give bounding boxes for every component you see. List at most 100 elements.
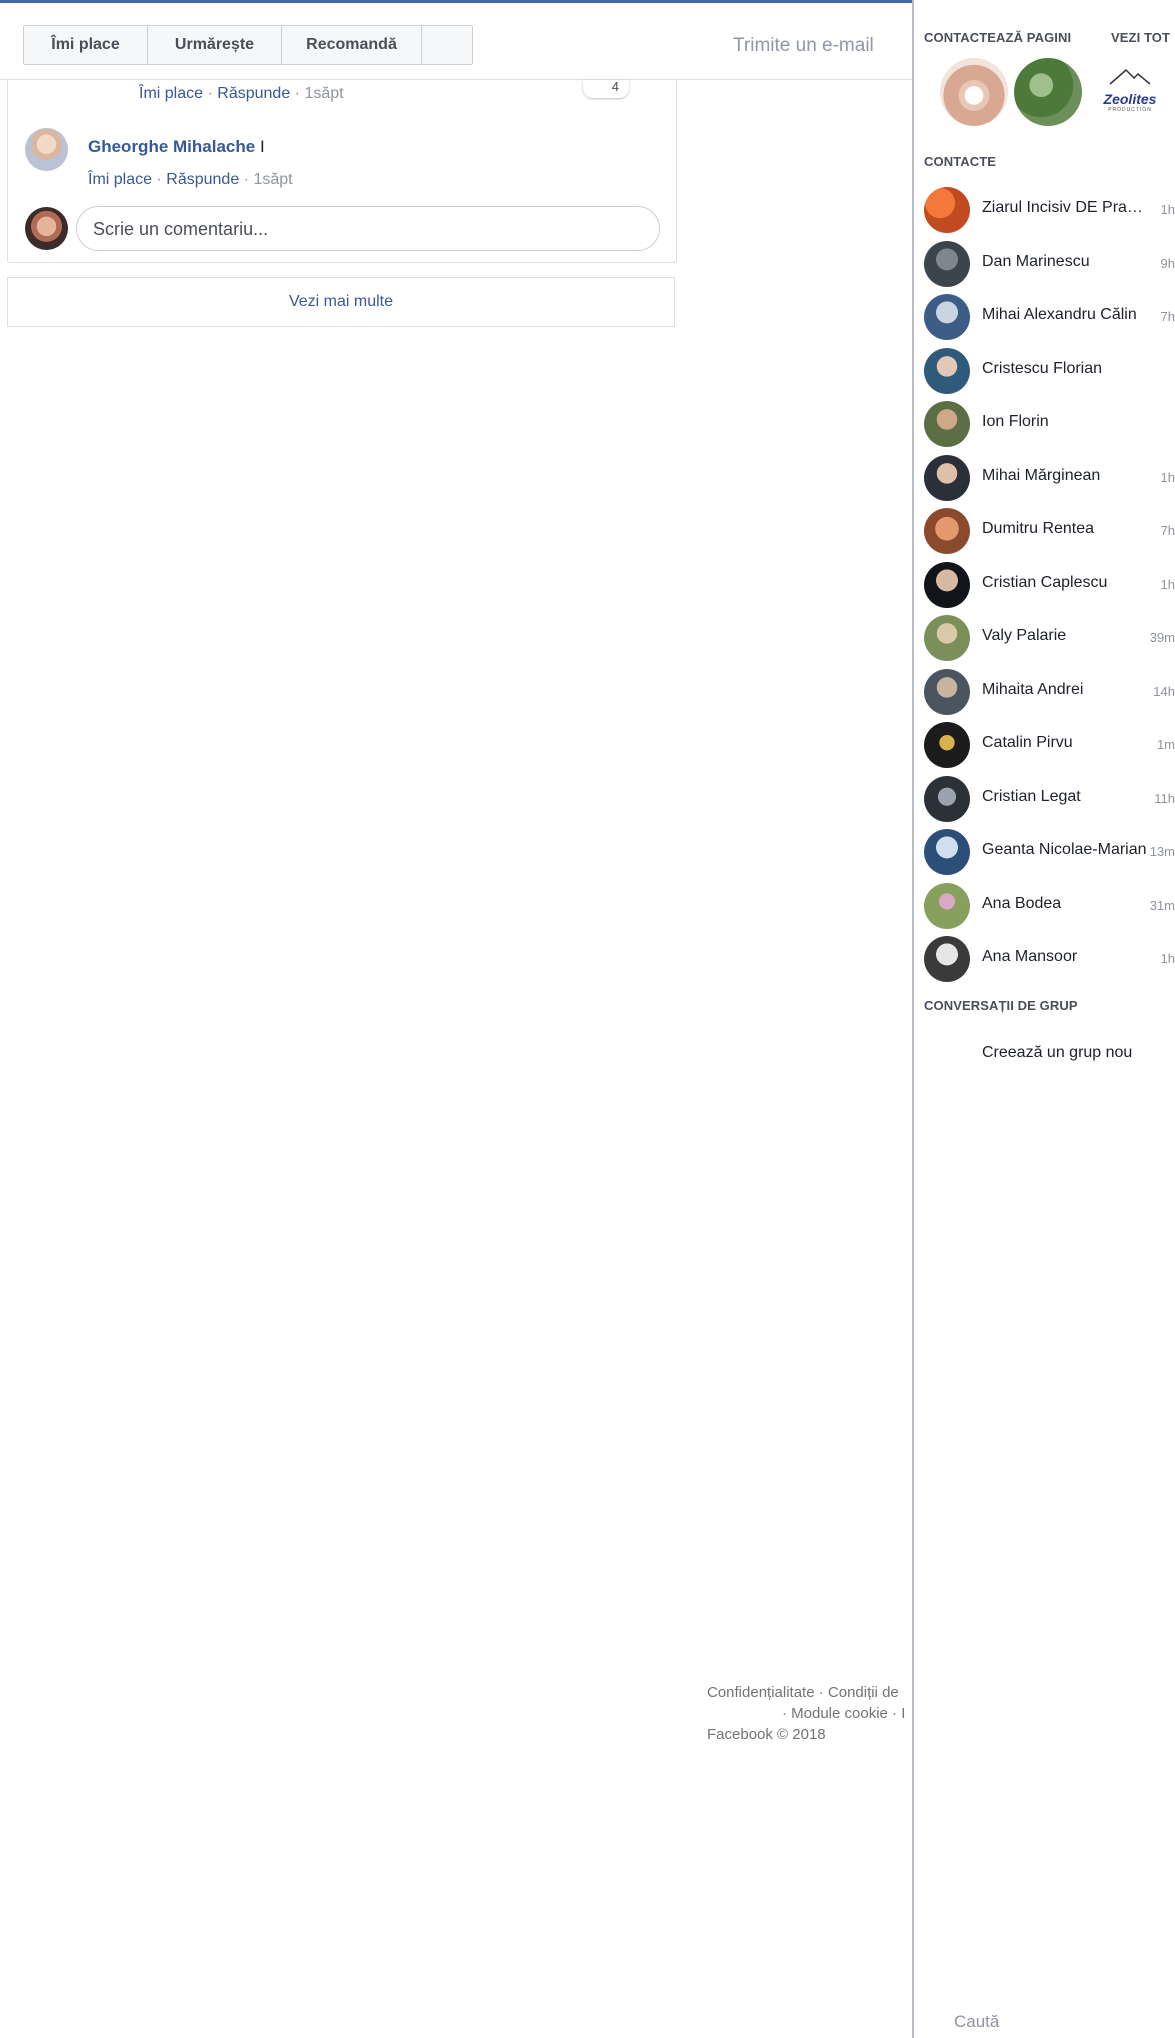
- recommend-button[interactable]: Recomandă: [282, 26, 422, 64]
- contact-item[interactable]: Catalin Pirvu 1m: [924, 719, 1175, 769]
- last-active-time: 7h: [1160, 309, 1175, 324]
- reaction-count-badge[interactable]: 4: [583, 80, 629, 98]
- contact-name: Cristian Caplescu: [982, 574, 1108, 591]
- send-email-link[interactable]: Trimite un e-mail: [733, 35, 874, 57]
- contact-pages-header: CONTACTEAZĂ PAGINI: [924, 30, 1072, 45]
- contact-item[interactable]: Mihaita Andrei 14h: [924, 666, 1175, 716]
- last-active-time: 11h: [1154, 791, 1175, 806]
- comments-card: Îmi place · Răspunde · 1săpt 4 Gheorghe …: [7, 80, 677, 263]
- contact-item[interactable]: Dan Marinescu 9h: [924, 238, 1175, 288]
- reply-comment-link[interactable]: Răspunde: [166, 171, 239, 188]
- last-active-time: 1h: [1160, 470, 1175, 485]
- contact-name: Dumitru Rentea: [982, 520, 1095, 537]
- last-active-time: 13m: [1149, 844, 1175, 859]
- see-all-link[interactable]: VEZI TOT: [1111, 30, 1170, 45]
- contact-name: Mihaita Andrei: [982, 681, 1084, 698]
- comment-author-name[interactable]: Gheorghe Mihalache: [88, 137, 255, 156]
- contact-name: Cristian Legat: [982, 788, 1081, 805]
- avatar: [924, 294, 970, 340]
- contact-name: Cristescu Florian: [982, 360, 1103, 377]
- contacts-header: CONTACTE: [924, 154, 997, 169]
- avatar[interactable]: [25, 128, 68, 171]
- more-options-button[interactable]: [422, 26, 472, 64]
- contact-item[interactable]: Valy Palarie 39m: [924, 612, 1175, 662]
- page-action-buttons: Îmi place Urmărește Recomandă: [23, 25, 473, 65]
- contact-name: Ion Florin: [982, 413, 1049, 430]
- footer-copyright: Facebook © 2018: [707, 1726, 826, 1743]
- contact-name: Catalin Pirvu: [982, 734, 1073, 751]
- contact-item[interactable]: Dumitru Rentea 7h: [924, 505, 1175, 555]
- contact-name: Ziarul Incisiv DE Prahova: [982, 199, 1147, 216]
- avatar: [924, 829, 970, 875]
- contact-item[interactable]: Mihai Alexandru Călin 7h: [924, 291, 1175, 341]
- contact-name: Mihai Alexandru Călin: [982, 306, 1137, 323]
- avatar: [924, 615, 970, 661]
- mountain-icon: [1109, 68, 1151, 85]
- contact-item[interactable]: Geanta Nicolae-Marian 13m: [924, 826, 1175, 876]
- avatar: [924, 348, 970, 394]
- contact-name: Mihai Mărginean: [982, 467, 1101, 484]
- page-logo-text: Zeolites: [1103, 91, 1157, 107]
- contact-name: Geanta Nicolae-Marian: [982, 841, 1147, 858]
- comment-input[interactable]: Scrie un comentariu...: [76, 206, 660, 251]
- last-active-time: 7h: [1160, 523, 1175, 538]
- contact-item[interactable]: Cristescu Florian: [924, 345, 1175, 395]
- avatar: [924, 669, 970, 715]
- separator: ·: [156, 171, 162, 188]
- avatar: [924, 722, 970, 768]
- contact-item[interactable]: Cristian Legat 11h: [924, 773, 1175, 823]
- group-conversations-header: CONVERSAȚII DE GRUP: [924, 998, 1078, 1013]
- comment-author[interactable]: Gheorghe Mihalache I: [88, 137, 265, 157]
- reply-actions-row: Îmi place · Răspunde · 1săpt: [139, 85, 344, 103]
- contact-item[interactable]: Ziarul Incisiv DE Prahova 1h: [924, 184, 1175, 234]
- page-footer: Confidențialitate · Condiții de · Module…: [707, 1682, 912, 1745]
- reply-comment-link[interactable]: Răspunde: [217, 85, 290, 102]
- contact-item[interactable]: Ana Mansoor 1h: [924, 933, 1175, 983]
- separator: ·: [243, 171, 249, 188]
- page-logo-subtext: PRODUCTION: [1108, 107, 1152, 113]
- contact-name: Ana Bodea: [982, 895, 1062, 912]
- avatar: [924, 401, 970, 447]
- avatar: [924, 455, 970, 501]
- avatar: [924, 508, 970, 554]
- last-active-time: 14h: [1153, 684, 1175, 699]
- last-active-time: 39m: [1149, 630, 1175, 645]
- comment-text: I: [259, 137, 265, 156]
- comment-timestamp: 1săpt: [253, 171, 293, 188]
- avatar[interactable]: [25, 207, 68, 250]
- contact-item[interactable]: Mihai Mărginean 1h: [924, 452, 1175, 502]
- see-more-button[interactable]: Vezi mai multe: [7, 277, 675, 327]
- separator: ·: [294, 85, 300, 102]
- avatar: [924, 776, 970, 822]
- page-avatar[interactable]: Zeolites PRODUCTION: [1094, 66, 1166, 116]
- last-active-time: 1m: [1156, 737, 1175, 752]
- create-group-button[interactable]: Creează un grup nou: [982, 1044, 1132, 1062]
- like-comment-link[interactable]: Îmi place: [139, 85, 203, 102]
- contact-item[interactable]: Ion Florin: [924, 398, 1175, 448]
- footer-links[interactable]: · Module cookie · I: [707, 1703, 912, 1724]
- follow-button[interactable]: Urmărește: [148, 26, 282, 64]
- like-button[interactable]: Îmi place: [24, 26, 148, 64]
- page-avatar[interactable]: [1014, 58, 1082, 126]
- avatar: [924, 187, 970, 233]
- reply-actions-row: Îmi place · Răspunde · 1săpt: [88, 171, 293, 189]
- page-avatar[interactable]: [940, 58, 1008, 126]
- avatar: [924, 883, 970, 929]
- separator: ·: [207, 85, 213, 102]
- contact-name: Valy Palarie: [982, 627, 1067, 644]
- comment-timestamp: 1săpt: [304, 85, 344, 102]
- contact-name: Ana Mansoor: [982, 948, 1078, 965]
- contact-item[interactable]: Ana Bodea 31m: [924, 880, 1175, 930]
- footer-links[interactable]: Confidențialitate · Condiții de: [707, 1682, 912, 1703]
- avatar: [924, 562, 970, 608]
- contact-item[interactable]: Cristian Caplescu 1h: [924, 559, 1175, 609]
- like-comment-link[interactable]: Îmi place: [88, 171, 152, 188]
- avatar: [924, 936, 970, 982]
- last-active-time: 1h: [1160, 202, 1175, 217]
- avatar: [924, 241, 970, 287]
- chat-search-input[interactable]: Caută: [954, 2012, 999, 2032]
- last-active-time: 1h: [1160, 951, 1175, 966]
- last-active-time: 1h: [1160, 577, 1175, 592]
- last-active-time: 9h: [1160, 256, 1175, 271]
- contact-name: Dan Marinescu: [982, 253, 1090, 270]
